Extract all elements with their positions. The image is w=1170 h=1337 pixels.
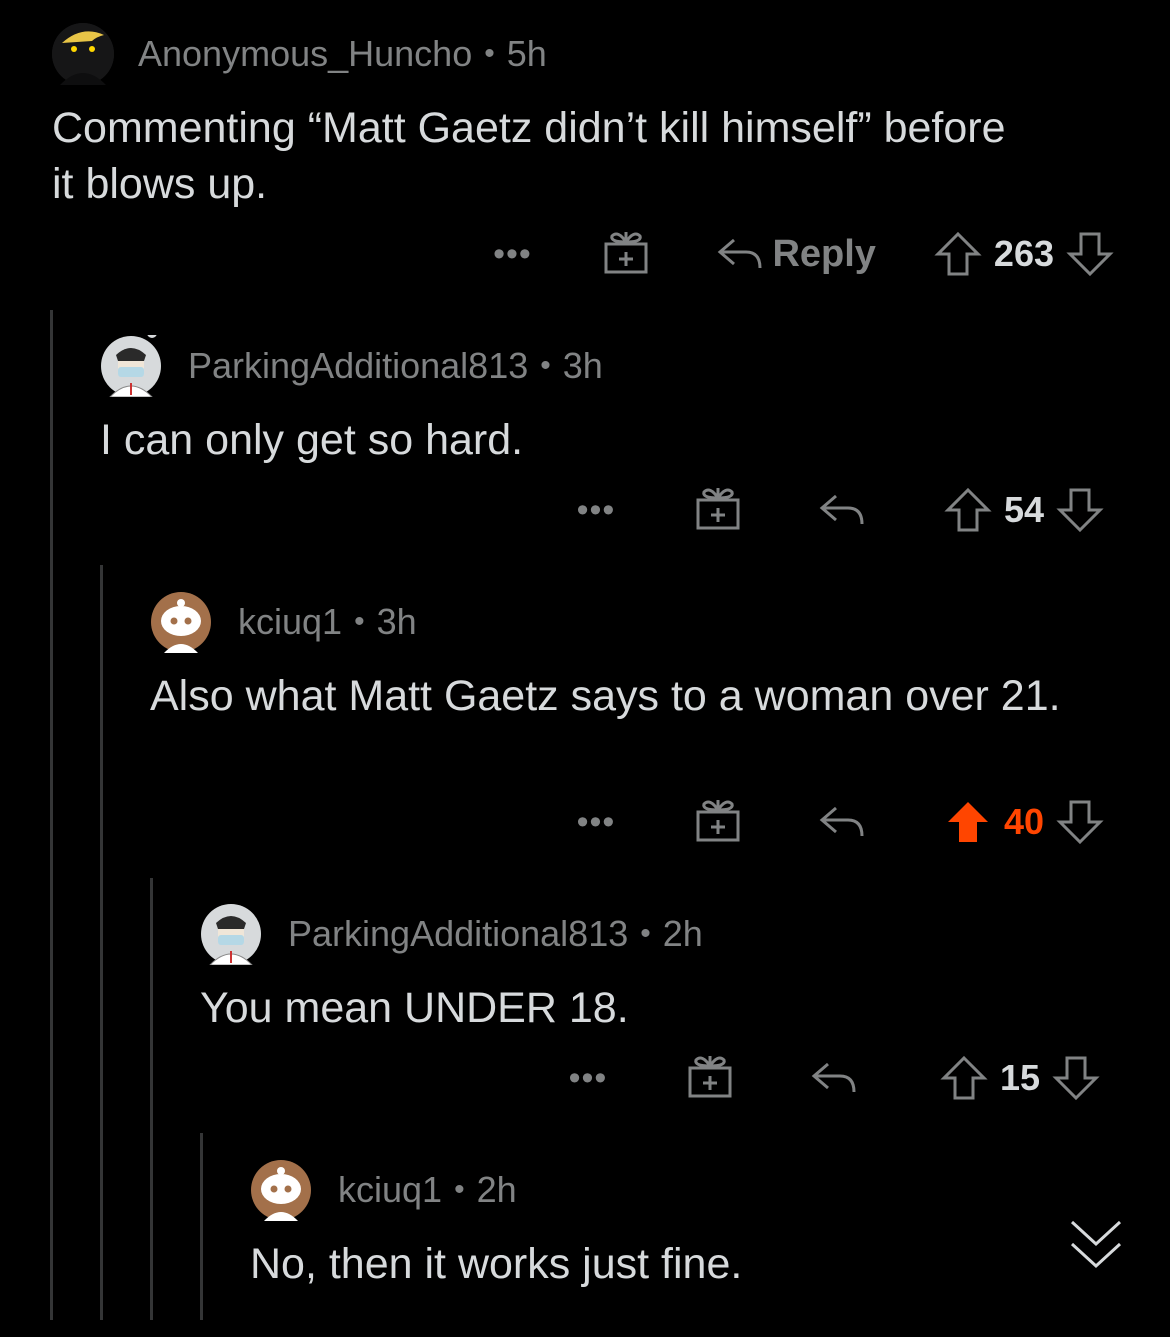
chevron-down-icon xyxy=(1070,1220,1122,1269)
comment-actions: ••• Reply 263 xyxy=(482,224,1114,284)
comment-body: Commenting “Matt Gaetz didn’t kill himse… xyxy=(52,104,1006,208)
username[interactable]: Anonymous_Huncho xyxy=(138,33,472,75)
thread-line-level-1[interactable] xyxy=(50,310,53,1320)
more-options-button[interactable]: ••• xyxy=(558,1059,618,1098)
comment-meta: Anonymous_Huncho • 5h xyxy=(52,22,1114,86)
vote-controls: 54 xyxy=(944,486,1104,534)
reply-arrow-icon xyxy=(819,494,864,525)
collapse-thread-button[interactable] xyxy=(1068,1218,1124,1279)
masked-doctor-avatar-icon xyxy=(101,328,161,398)
username[interactable]: ParkingAdditional813 xyxy=(188,345,528,387)
more-options-button[interactable]: ••• xyxy=(566,803,626,842)
vote-score: 54 xyxy=(1003,489,1044,530)
reply-arrow-icon xyxy=(811,1062,856,1093)
reply-arrow-icon xyxy=(718,238,762,269)
upvote-arrow-icon[interactable] xyxy=(940,1054,988,1102)
reply-button[interactable] xyxy=(810,1058,858,1098)
brown-snoo-avatar-icon xyxy=(151,592,211,653)
comment: kciuq1 • 3h Also what Matt Gaetz says to… xyxy=(150,590,1114,724)
downvote-arrow-icon[interactable] xyxy=(1052,1054,1100,1102)
downvote-arrow-icon[interactable] xyxy=(1056,486,1104,534)
vote-score: 40 xyxy=(1003,801,1044,842)
upvote-arrow-icon[interactable] xyxy=(934,230,982,278)
comment: ParkingAdditional813 • 3h I can only get… xyxy=(100,328,1114,468)
award-gift-icon[interactable] xyxy=(694,796,742,849)
meta-separator: • xyxy=(484,37,495,70)
comment-body: You mean UNDER 18. xyxy=(200,984,629,1032)
reply-button[interactable] xyxy=(818,802,866,842)
comment-actions: ••• 54 xyxy=(566,480,1104,540)
comment-age: 2h xyxy=(476,1169,517,1210)
thread-line-level-3[interactable] xyxy=(150,878,153,1320)
comment-meta: kciuq1 • 3h xyxy=(150,590,1114,654)
comment-body: Also what Matt Gaetz says to a woman ove… xyxy=(150,672,1061,720)
award-gift-icon[interactable] xyxy=(694,484,742,537)
comment-age: 3h xyxy=(562,345,603,386)
avatar[interactable] xyxy=(200,903,262,966)
meta-separator: • xyxy=(454,1173,465,1206)
comment-age: 3h xyxy=(376,601,417,642)
username[interactable]: ParkingAdditional813 xyxy=(288,913,628,955)
more-options-button[interactable]: ••• xyxy=(566,491,626,530)
vote-controls: 15 xyxy=(940,1054,1100,1102)
vote-controls: 263 xyxy=(934,230,1114,278)
reply-label: Reply xyxy=(772,232,876,275)
username[interactable]: kciuq1 xyxy=(338,1169,442,1211)
downvote-arrow-icon[interactable] xyxy=(1066,230,1114,278)
comment-actions: ••• 15 xyxy=(558,1048,1100,1108)
meta-separator: • xyxy=(540,349,551,382)
dark-snoo-icon xyxy=(52,23,114,85)
comment-body: No, then it works just fine. xyxy=(250,1240,743,1288)
comment-meta: kciuq1 • 2h xyxy=(250,1158,1114,1222)
comment: Anonymous_Huncho • 5h Commenting “Matt G… xyxy=(52,22,1114,212)
upvote-arrow-icon[interactable] xyxy=(944,486,992,534)
comment-age: 2h xyxy=(662,913,703,954)
thread-line-level-2[interactable] xyxy=(100,565,103,1320)
avatar[interactable] xyxy=(150,591,212,653)
masked-doctor-avatar-icon xyxy=(201,904,261,966)
vote-score: 263 xyxy=(993,233,1054,274)
reply-arrow-icon xyxy=(819,806,864,837)
reply-button[interactable] xyxy=(818,490,866,530)
comment: kciuq1 • 2h No, then it works just fine. xyxy=(250,1158,1114,1292)
upvote-arrow-icon[interactable] xyxy=(944,798,992,846)
comment-meta: ParkingAdditional813 • 3h xyxy=(100,328,1114,398)
brown-snoo-avatar-icon xyxy=(251,1160,311,1221)
award-gift-icon[interactable] xyxy=(602,228,650,281)
username[interactable]: kciuq1 xyxy=(238,601,342,643)
vote-controls: 40 xyxy=(944,798,1104,846)
comment-age: 5h xyxy=(506,33,547,74)
avatar[interactable] xyxy=(100,328,162,398)
comment-body: I can only get so hard. xyxy=(100,416,524,464)
reply-button[interactable]: Reply xyxy=(716,232,876,276)
comment: ParkingAdditional813 • 2h You mean UNDER… xyxy=(200,902,1114,1036)
comment-actions: ••• 40 xyxy=(566,792,1104,852)
avatar[interactable] xyxy=(250,1159,312,1221)
avatar[interactable] xyxy=(52,23,114,85)
meta-separator: • xyxy=(640,917,651,950)
award-gift-icon[interactable] xyxy=(686,1052,734,1105)
downvote-arrow-icon[interactable] xyxy=(1056,798,1104,846)
meta-separator: • xyxy=(354,605,365,638)
comment-meta: ParkingAdditional813 • 2h xyxy=(200,902,1114,966)
more-options-button[interactable]: ••• xyxy=(482,235,542,274)
vote-score: 15 xyxy=(999,1057,1040,1098)
thread-line-level-4[interactable] xyxy=(200,1133,203,1320)
